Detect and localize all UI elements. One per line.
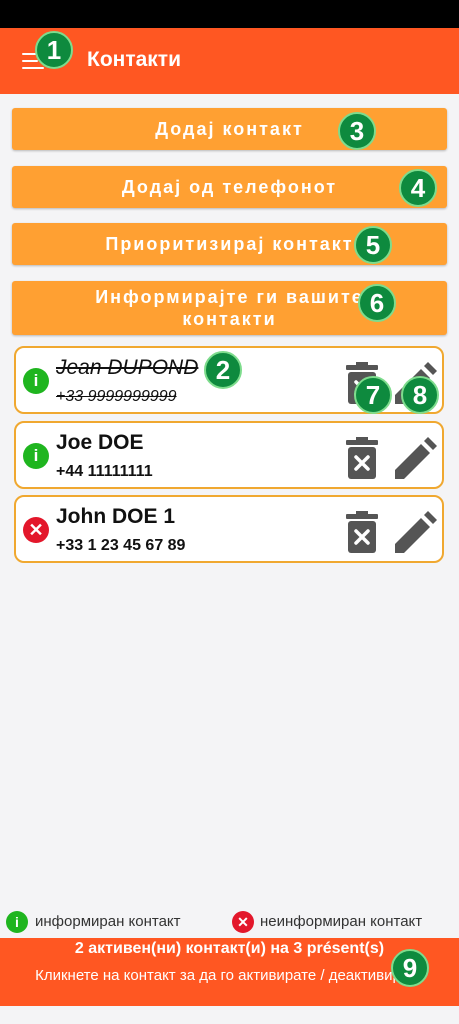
contact-card[interactable]: ✕ John DOE 1 +33 1 23 45 67 89	[14, 495, 444, 563]
edit-icon[interactable]	[391, 511, 439, 555]
legend-informed: информиран контакт	[35, 913, 181, 930]
marker-badge: 1	[35, 31, 73, 69]
add-contact-button[interactable]: Додај контакт	[12, 108, 447, 150]
active-contacts-footer[interactable]: 2 активен(ни) контакт(и) на 3 présent(s)…	[0, 938, 459, 1006]
close-circle-icon: ✕	[23, 517, 49, 543]
legend-not-informed: неинформиран контакт	[260, 913, 423, 930]
legend: i информиран контакт ✕ неинформиран конт…	[0, 908, 459, 936]
page-title: Контакти	[87, 48, 181, 71]
trash-icon[interactable]	[342, 437, 382, 481]
marker-badge: 7	[354, 376, 392, 414]
contact-phone: +33 1 23 45 67 89	[56, 537, 186, 554]
contact-phone: +44 11111111	[56, 463, 153, 480]
add-from-phone-button[interactable]: Додај од телефонот	[12, 166, 447, 208]
contact-card[interactable]: i Joe DOE +44 11111111	[14, 421, 444, 489]
marker-badge: 9	[391, 949, 429, 987]
info-icon: i	[23, 443, 49, 469]
edit-icon[interactable]	[391, 437, 439, 481]
trash-icon[interactable]	[342, 511, 382, 555]
contact-name: John DOE 1	[56, 505, 176, 528]
marker-badge: 4	[399, 169, 437, 207]
contact-name: Joe DOE	[56, 431, 144, 454]
activate-hint-text: Кликнете на контакт за да го активирате …	[35, 967, 424, 984]
marker-badge: 6	[358, 284, 396, 322]
info-icon: i	[23, 368, 49, 394]
contact-phone: +33 9999999999	[56, 388, 177, 405]
close-circle-icon: ✕	[232, 911, 254, 933]
bottom-strip	[0, 1006, 459, 1024]
info-icon: i	[6, 911, 28, 933]
marker-badge: 2	[204, 351, 242, 389]
marker-badge: 5	[354, 226, 392, 264]
marker-badge: 3	[338, 112, 376, 150]
marker-badge: 8	[401, 376, 439, 414]
status-bar	[0, 0, 459, 28]
active-count-text: 2 активен(ни) контакт(и) на 3 présent(s)	[74, 940, 385, 957]
contact-name: Jean DUPOND	[56, 356, 199, 379]
